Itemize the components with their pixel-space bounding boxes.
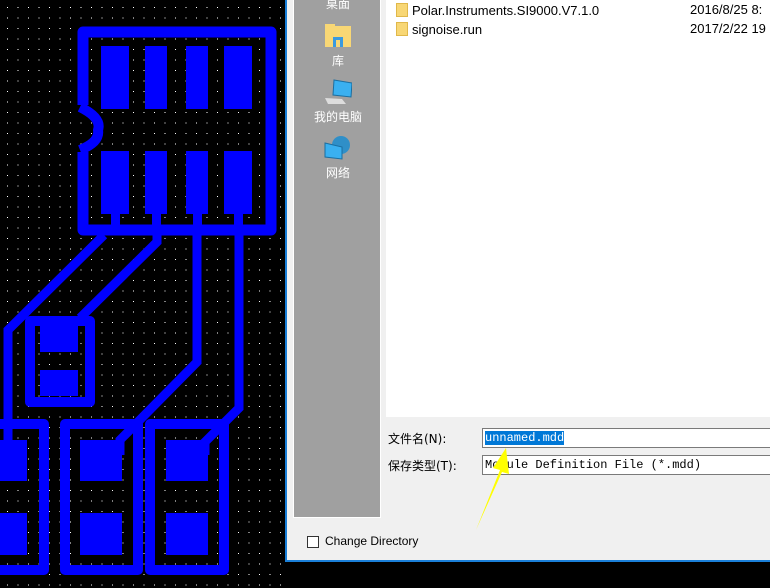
save-file-dialog: 桌面 库 我的电脑 网络 Polar.Instruments.SI9000.V7… [285, 0, 770, 562]
filetype-select[interactable]: Module Definition File (*.mdd) [482, 455, 770, 475]
places-bar: 桌面 库 我的电脑 网络 [293, 0, 381, 518]
file-item[interactable]: Polar.Instruments.SI9000.V7.1.0 [396, 1, 599, 19]
filename-value: unnamed.mdd [485, 431, 565, 445]
file-item[interactable]: signoise.run [396, 20, 482, 38]
folder-icon [396, 22, 408, 36]
file-list[interactable]: Polar.Instruments.SI9000.V7.1.0 2016/8/2… [386, 0, 770, 417]
computer-icon [325, 79, 352, 104]
filetype-label: 保存类型(T): [388, 459, 457, 473]
change-directory-label: Change Directory [325, 534, 419, 548]
pad [186, 46, 208, 109]
pad [80, 513, 122, 555]
file-date: 2016/8/25 8: [690, 2, 763, 17]
folder-icon [396, 3, 408, 17]
pad [40, 325, 78, 352]
pad [101, 151, 129, 214]
file-name: signoise.run [412, 21, 483, 37]
filename-label: 文件名(N): [388, 432, 447, 446]
place-network[interactable]: 网络 [294, 135, 382, 181]
change-directory-checkbox[interactable] [307, 536, 319, 548]
pad [40, 370, 78, 396]
place-label: 桌面 [325, 0, 350, 11]
file-date: 2017/2/22 19 [690, 21, 766, 36]
filetype-value: Module Definition File (*.mdd) [485, 458, 702, 472]
library-folder-icon [325, 24, 351, 47]
place-label: 库 [331, 54, 344, 68]
place-library[interactable]: 库 [294, 23, 382, 69]
pad [101, 46, 129, 109]
file-name: Polar.Instruments.SI9000.V7.1.0 [412, 2, 600, 18]
pad [145, 46, 167, 109]
pad [166, 440, 208, 481]
place-label: 我的电脑 [313, 110, 362, 124]
pad [224, 151, 252, 214]
place-desktop[interactable]: 桌面 [294, 0, 382, 12]
pad [224, 46, 252, 109]
place-label: 网络 [325, 166, 350, 180]
pad [186, 151, 208, 214]
pad [145, 151, 167, 214]
pcb-canvas[interactable] [0, 0, 285, 588]
pad [0, 513, 27, 555]
network-icon [324, 136, 350, 160]
filename-input[interactable]: unnamed.mdd [482, 428, 770, 448]
place-computer[interactable]: 我的电脑 [294, 79, 382, 125]
pad [166, 513, 208, 555]
pad [0, 440, 27, 481]
pad [80, 440, 122, 481]
